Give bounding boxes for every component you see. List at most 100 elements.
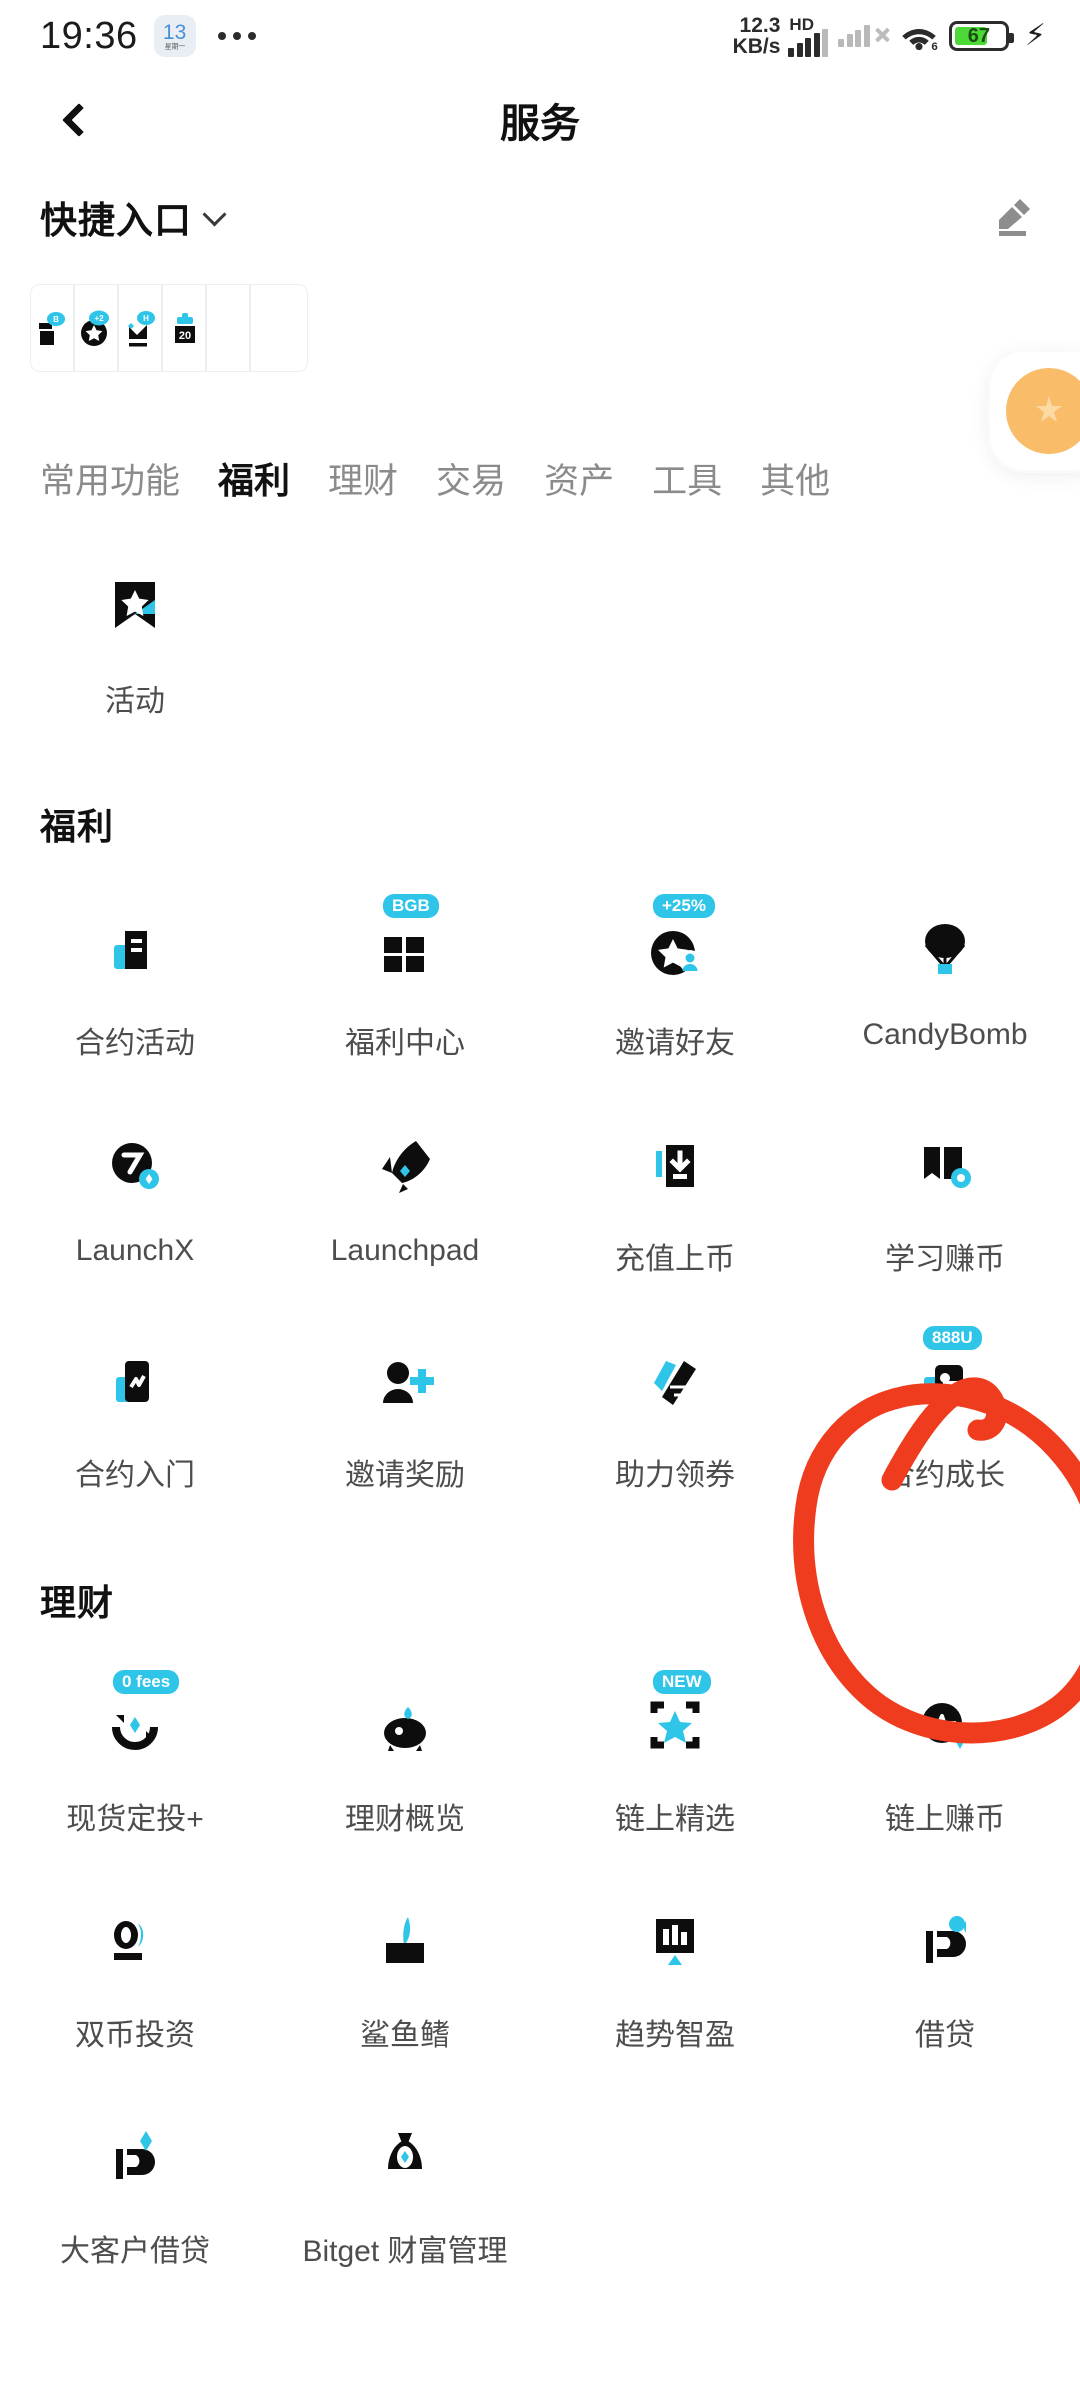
icon-wrap (899, 1120, 991, 1212)
grid-item-label: Bitget 财富管理 (302, 2235, 508, 2268)
wifi-icon: 6 (902, 28, 938, 51)
page-title: 服务 (500, 102, 580, 146)
grid-item-activity[interactable]: 活动 (0, 562, 270, 720)
calendar-check-icon: 20 (175, 313, 195, 343)
trend-smart-icon (656, 1919, 694, 1965)
nav-bar: 服务 (0, 72, 1080, 168)
icon-wrap (899, 1896, 991, 1988)
grid-item-label: 合约入门 (75, 1459, 195, 1492)
quick-card-1[interactable]: B (30, 284, 74, 372)
grid-item-onchain-earn[interactable]: 链上赚币 (810, 1680, 1080, 1838)
grid-item-invite-reward[interactable]: 邀请奖励 (270, 1336, 540, 1494)
grid-item-contract-growth[interactable]: 888U 合约成长 (810, 1326, 1080, 1494)
quick-card-2[interactable]: +2 (74, 284, 118, 372)
grid-item-label: 活动 (105, 685, 165, 718)
grid-item-auto-invest[interactable]: 0 fees 现货定投+ (0, 1670, 270, 1838)
shark-fin-icon (386, 1917, 424, 1963)
grid-item-shark-fin[interactable]: 鲨鱼鳍 (270, 1896, 540, 2054)
grid-item-label: CandyBomb (862, 1018, 1028, 1051)
grid-item-finance-overview[interactable]: 理财概览 (270, 1680, 540, 1838)
back-button[interactable] (46, 90, 106, 150)
icon-wrap: NEW (629, 1670, 721, 1772)
bookmark-star-icon (115, 582, 155, 628)
grid-item-benefit-center[interactable]: BGB 福利中心 (270, 894, 540, 1062)
signal-bars-icon: HD (788, 16, 829, 57)
grid-item-invite-friends[interactable]: +25% 邀请好友 (540, 894, 810, 1062)
grid-item-candybomb[interactable]: CandyBomb (810, 904, 1080, 1062)
grid-spacer (540, 562, 810, 720)
battery-icon: 67 (948, 21, 1014, 51)
grid-item-launchpad[interactable]: Launchpad (270, 1120, 540, 1278)
svg-text:B: B (53, 315, 59, 324)
grid-item-dual-investment[interactable]: 双币投资 (0, 1896, 270, 2054)
grid-item-label: 邀请奖励 (345, 1459, 465, 1492)
icon-wrap (89, 1896, 181, 1988)
grid-item-contract-intro[interactable]: 合约入门 (0, 1336, 270, 1494)
status-bar-right: 12.3 KB/s HD 6 67 ⚡ (733, 14, 1046, 57)
icon-wrap (899, 1680, 991, 1772)
quick-entry-dropdown[interactable]: 快捷入口 (40, 190, 227, 244)
grid-item-coupon-boost[interactable]: 助力领券 (540, 1336, 810, 1494)
tab-common[interactable]: 常用功能 (40, 453, 180, 504)
calendar-day: 13 (162, 21, 187, 44)
tab-trade[interactable]: 交易 (436, 453, 506, 504)
grid-item-vip-loan[interactable]: 大客户借贷 (0, 2112, 270, 2270)
badge-888u: 888U (923, 1326, 982, 1350)
quick-card-5[interactable] (206, 284, 250, 372)
user-plus-icon (383, 1362, 434, 1403)
grid-item-label: 助力领券 (615, 1459, 735, 1492)
battery-percent: 67 (967, 25, 991, 47)
icon-wrap (89, 1336, 181, 1428)
grid-item-label: LaunchX (75, 1234, 195, 1267)
contract-intro-icon (116, 1361, 149, 1402)
svg-text:20: 20 (179, 330, 191, 342)
grid-item-launchx[interactable]: LaunchX (0, 1120, 270, 1278)
quick-entry-card-strip[interactable]: B +2 H 20 (30, 284, 1080, 372)
signal-bars-glyph (788, 28, 829, 57)
grid-item-label: 链上赚币 (885, 1803, 1005, 1836)
floating-assistant-button[interactable] (990, 352, 1080, 470)
network-speed-indicator: 12.3 KB/s (733, 14, 781, 57)
tab-benefits[interactable]: 福利 (218, 452, 290, 504)
grid-item-loan[interactable]: 借贷 (810, 1896, 1080, 2054)
grid-item-label: 借贷 (915, 2019, 975, 2052)
grid-item-deposit-listing[interactable]: 充值上币 (540, 1120, 810, 1278)
grid-item-label: 双币投资 (75, 2019, 195, 2052)
invite-friends-icon (651, 931, 701, 975)
grid-item-contract-activity[interactable]: 合约活动 (0, 904, 270, 1062)
category-tabs[interactable]: 常用功能 福利 理财 交易 资产 工具 其他 (0, 372, 1080, 504)
edit-pencil-button[interactable] (988, 193, 1036, 241)
icon-wrap (89, 904, 181, 996)
floating-assistant-icon (1006, 368, 1080, 454)
contract-activity-icon: B (39, 312, 65, 345)
grid-item-label: 合约成长 (885, 1459, 1005, 1492)
onchain-featured-icon (650, 1701, 700, 1749)
tab-finance[interactable]: 理财 (328, 453, 398, 504)
section-title-finance: 理财 (40, 1582, 115, 1623)
icon-wrap (89, 2112, 181, 2204)
quick-card-6[interactable] (250, 284, 308, 372)
grid-item-learn-earn[interactable]: 学习赚币 (810, 1120, 1080, 1278)
grid-spacer (810, 2112, 1080, 2270)
grid-item-onchain-featured[interactable]: NEW 链上精选 (540, 1670, 810, 1838)
grid-item-label: 理财概览 (345, 1803, 465, 1836)
icon-wrap (359, 1120, 451, 1212)
grid-item-trend-smart[interactable]: 趋势智盈 (540, 1896, 810, 2054)
grid-item-label: 趋势智盈 (615, 2019, 735, 2052)
grid-item-label: 邀请好友 (615, 1027, 735, 1060)
chevron-down-icon (202, 201, 227, 227)
deposit-listing-icon: H (128, 311, 155, 347)
tab-tools[interactable]: 工具 (652, 453, 722, 504)
badge-new: NEW (653, 1670, 711, 1694)
quick-card-4[interactable]: 20 (162, 284, 206, 372)
quick-card-3[interactable]: H (118, 284, 162, 372)
icon-wrap: 0 fees (89, 1670, 181, 1772)
signal-no-service-icon (838, 25, 889, 47)
auto-invest-icon (112, 1715, 158, 1750)
grid-item-wealth-management[interactable]: Bitget 财富管理 (270, 2112, 540, 2270)
tab-assets[interactable]: 资产 (544, 453, 614, 504)
badge-plus25: +25% (653, 894, 715, 918)
status-bar: 19:36 13 星期一 12.3 KB/s HD 6 67 ⚡ (0, 0, 1080, 72)
tab-others[interactable]: 其他 (760, 453, 830, 504)
section-title-benefits: 福利 (40, 806, 115, 847)
